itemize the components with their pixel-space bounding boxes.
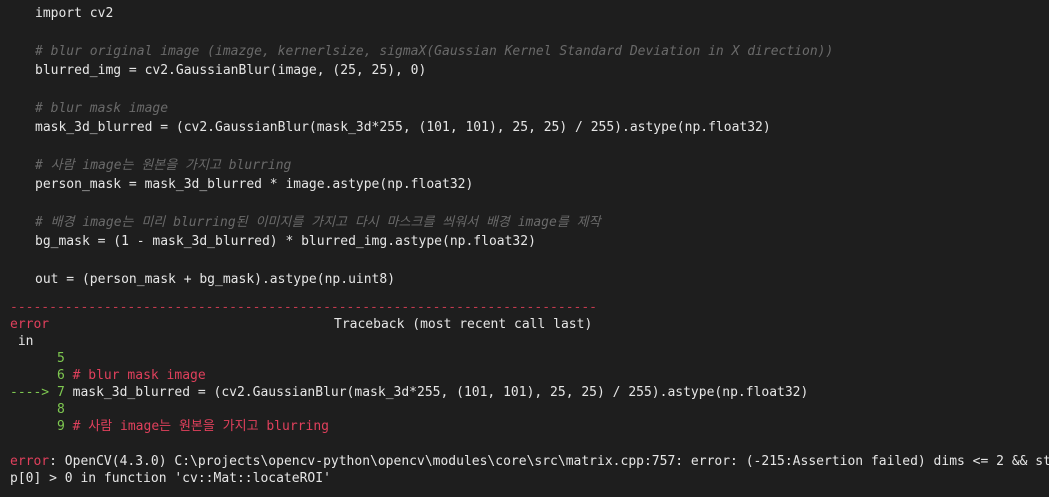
code-comment: # blur mask image <box>35 101 169 116</box>
notebook-root: import cv2 # blur original image (imazge… <box>0 0 1049 497</box>
traceback-frame-current-line: ----> 7 mask_3d_blurred = (cv2.GaussianB… <box>10 385 809 400</box>
traceback-frame-line: 9 # 사람 image는 원본을 가지고 blurring <box>56 419 329 434</box>
code-line: blurred_img = cv2.GaussianBlur(image, (2… <box>35 63 427 78</box>
code-line: import cv2 <box>35 6 114 21</box>
error-message-line: p[0] > 0 in function 'cv::Mat::locateROI… <box>10 471 331 486</box>
code-line: bg_mask = (1 - mask_3d_blurred) * blurre… <box>35 234 536 249</box>
code-comment: # blur original image (imazge, kernerlsi… <box>35 44 834 59</box>
code-comment: # 사람 image는 원본을 가지고 blurring <box>35 158 292 173</box>
code-line: out = (person_mask + bg_mask).astype(np.… <box>35 272 396 287</box>
traceback-header: Traceback (most recent call last) <box>334 317 593 332</box>
code-comment: # 배경 image는 미리 blurring된 이미지를 가지고 다시 마스크… <box>35 215 601 230</box>
output-area: ----------------------------------------… <box>0 300 1049 497</box>
code-cell[interactable]: import cv2 # blur original image (imazge… <box>0 0 1049 300</box>
code-line: person_mask = mask_3d_blurred * image.as… <box>35 177 474 192</box>
code-line: mask_3d_blurred = (cv2.GaussianBlur(mask… <box>35 120 771 135</box>
